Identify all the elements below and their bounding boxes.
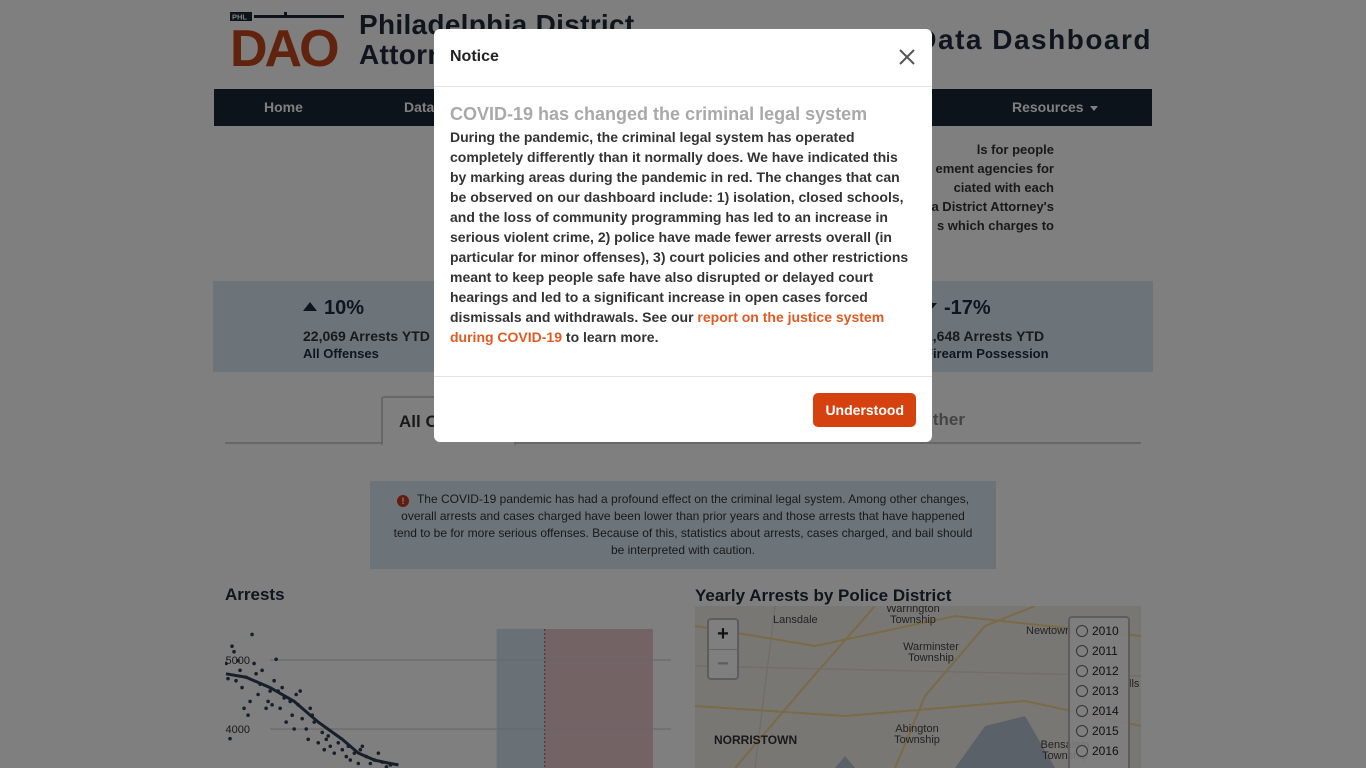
notice-modal: Notice COVID-19 has changed the criminal…: [434, 29, 932, 442]
modal-body: COVID-19 has changed the criminal legal …: [434, 87, 932, 377]
modal-footer: Understood: [434, 377, 932, 442]
modal-text: During the pandemic, the criminal legal …: [450, 129, 909, 345]
modal-title: Notice: [450, 48, 499, 65]
modal-header: Notice: [434, 29, 932, 87]
modal-heading: COVID-19 has changed the criminal legal …: [450, 104, 868, 124]
close-icon[interactable]: [896, 46, 918, 68]
understood-button[interactable]: Understood: [813, 393, 916, 427]
